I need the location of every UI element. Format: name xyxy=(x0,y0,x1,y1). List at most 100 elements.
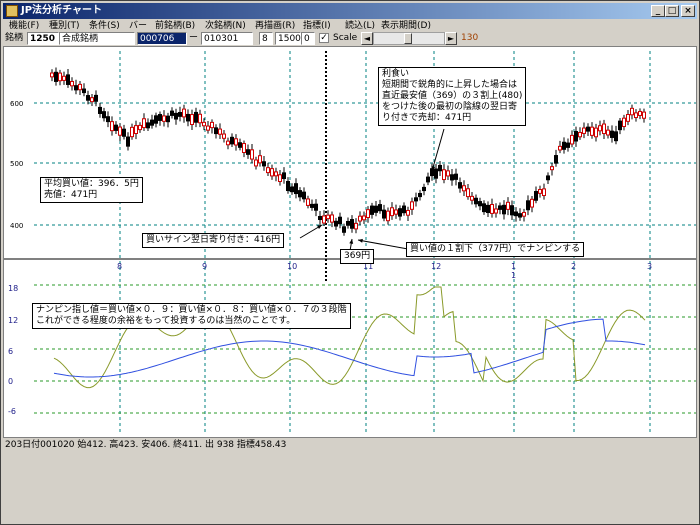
scale-slider-track[interactable] xyxy=(373,32,445,45)
candle-body xyxy=(554,155,558,164)
candle-body xyxy=(390,207,394,217)
date-from-input[interactable]: 000706 xyxy=(137,32,187,45)
candle-body xyxy=(550,166,554,171)
candle-body xyxy=(266,167,270,174)
candle-body xyxy=(470,195,474,201)
candle-body xyxy=(422,186,426,192)
menu-next-stock[interactable]: 次銘柄(N) xyxy=(205,19,246,33)
window-title: JP法分析チャート xyxy=(21,5,102,16)
candle-body xyxy=(546,175,550,181)
app-icon xyxy=(6,5,18,17)
x-tick-label: 9 xyxy=(202,262,207,271)
candle-body xyxy=(582,127,586,134)
candle-body xyxy=(538,189,542,194)
nanpin-note: 買い値の１割下（377円）でナンピンする xyxy=(406,242,585,257)
candle-body xyxy=(618,120,622,131)
candle-body xyxy=(358,215,362,222)
candle-body xyxy=(314,203,318,211)
date-to-input[interactable]: 010301 xyxy=(201,32,253,45)
candle-body xyxy=(98,106,102,114)
menu-load[interactable]: 読込(L) xyxy=(345,19,375,33)
status-line: 203日付001020 始412. 高423. 安406. 終411. 出 93… xyxy=(5,440,287,450)
candle-body xyxy=(102,111,106,119)
toolbar: 銘柄 1250 合成銘柄 000706 ー 010301 8 1500 0 ✓ … xyxy=(3,32,697,46)
stock-code-input[interactable]: 1250 xyxy=(27,32,59,45)
axes: 6005004008 9 10 11 12 1 2 31181260-6 xyxy=(8,100,652,416)
candle-body xyxy=(226,140,230,146)
candle-body xyxy=(82,88,86,94)
candle-body xyxy=(50,72,54,78)
candle-body xyxy=(278,174,282,182)
menu-function[interactable]: 機能(F) xyxy=(9,19,39,33)
candle-body xyxy=(214,127,218,135)
candlesticks xyxy=(50,67,646,236)
candle-body xyxy=(638,110,642,116)
date-separator: ー xyxy=(189,33,199,43)
profit-taking-note: 利食い 短期間で鋭角的に上昇した場合は 直近最安値（369）の３割上(480) … xyxy=(378,67,527,126)
candle-body xyxy=(438,164,442,172)
minimize-button[interactable]: _ xyxy=(651,5,665,17)
nanpin-rule-note: ナンピン指し値＝買い値×０．９：買い値×０．８：買い値×０．７の３段階 これがで… xyxy=(32,303,351,329)
osc-tick-label: 18 xyxy=(8,284,18,293)
menu-condition[interactable]: 条件(S) xyxy=(89,19,120,33)
candle-body xyxy=(518,213,522,218)
candle-body xyxy=(118,126,122,136)
candle-body xyxy=(598,125,602,132)
maximize-button[interactable]: □ xyxy=(665,5,679,17)
menu-redraw[interactable]: 再描画(R) xyxy=(255,19,295,33)
candle-body xyxy=(634,112,638,119)
candle-body xyxy=(242,143,246,153)
candle-body xyxy=(262,161,266,167)
candle-body xyxy=(610,130,614,138)
candle-body xyxy=(122,128,126,137)
scroll-left-button[interactable]: ◄ xyxy=(361,32,373,45)
candle-body xyxy=(190,114,194,125)
candle-body xyxy=(138,124,142,131)
candle-body xyxy=(254,159,258,167)
candle-body xyxy=(342,226,346,233)
candle-body xyxy=(198,113,202,124)
candle-body xyxy=(346,220,350,226)
nanpin-arrow-head xyxy=(358,238,363,243)
scroll-right-button[interactable]: ► xyxy=(445,32,457,45)
menu-bar-item[interactable]: バー xyxy=(129,19,147,33)
candle-body xyxy=(594,127,598,138)
scale-checkbox[interactable]: ✓ xyxy=(319,33,329,43)
candle-body xyxy=(286,180,290,192)
scale-slider-thumb[interactable] xyxy=(404,33,412,44)
param-input-2[interactable]: 1500 xyxy=(275,32,301,45)
candle-body xyxy=(386,210,390,222)
candle-body xyxy=(270,168,274,177)
menu-indicator[interactable]: 指標(I) xyxy=(303,19,331,33)
candle-body xyxy=(402,205,406,214)
candle-body xyxy=(62,75,66,81)
candle-body xyxy=(462,185,466,192)
candle-body xyxy=(642,111,646,119)
app-window: JP法分析チャート _ □ × 機能(F) 種別(T) 条件(S) バー 前銘柄… xyxy=(0,0,700,525)
stock-label: 銘柄 xyxy=(5,33,24,43)
candle-body xyxy=(442,169,446,181)
menu-display-period[interactable]: 表示期間(D) xyxy=(381,19,431,33)
candle-body xyxy=(526,200,530,211)
candle-body xyxy=(558,145,562,151)
chart-svg: 6005004008 9 10 11 12 1 2 31181260-6 xyxy=(4,51,696,435)
param-input-1[interactable]: 8 xyxy=(259,32,273,45)
price-tick-label: 600 xyxy=(10,100,23,108)
candle-body xyxy=(330,214,334,223)
candle-body xyxy=(454,173,458,180)
close-button[interactable]: × xyxy=(681,5,695,17)
menu-prev-stock[interactable]: 前銘柄(B) xyxy=(155,19,195,33)
candle-body xyxy=(478,201,482,207)
candle-body xyxy=(162,115,166,122)
x-tick-label: 12 xyxy=(431,262,441,271)
candle-body xyxy=(302,191,306,200)
candle-body xyxy=(458,182,462,189)
candle-body xyxy=(250,149,254,160)
param-input-3[interactable]: 0 xyxy=(301,32,315,45)
candle-body xyxy=(590,126,594,136)
candle-body xyxy=(170,110,174,116)
osc-tick-label: -6 xyxy=(8,407,16,416)
menu-type[interactable]: 種別(T) xyxy=(49,19,80,33)
candle-body xyxy=(418,192,422,198)
candle-body xyxy=(426,176,430,183)
